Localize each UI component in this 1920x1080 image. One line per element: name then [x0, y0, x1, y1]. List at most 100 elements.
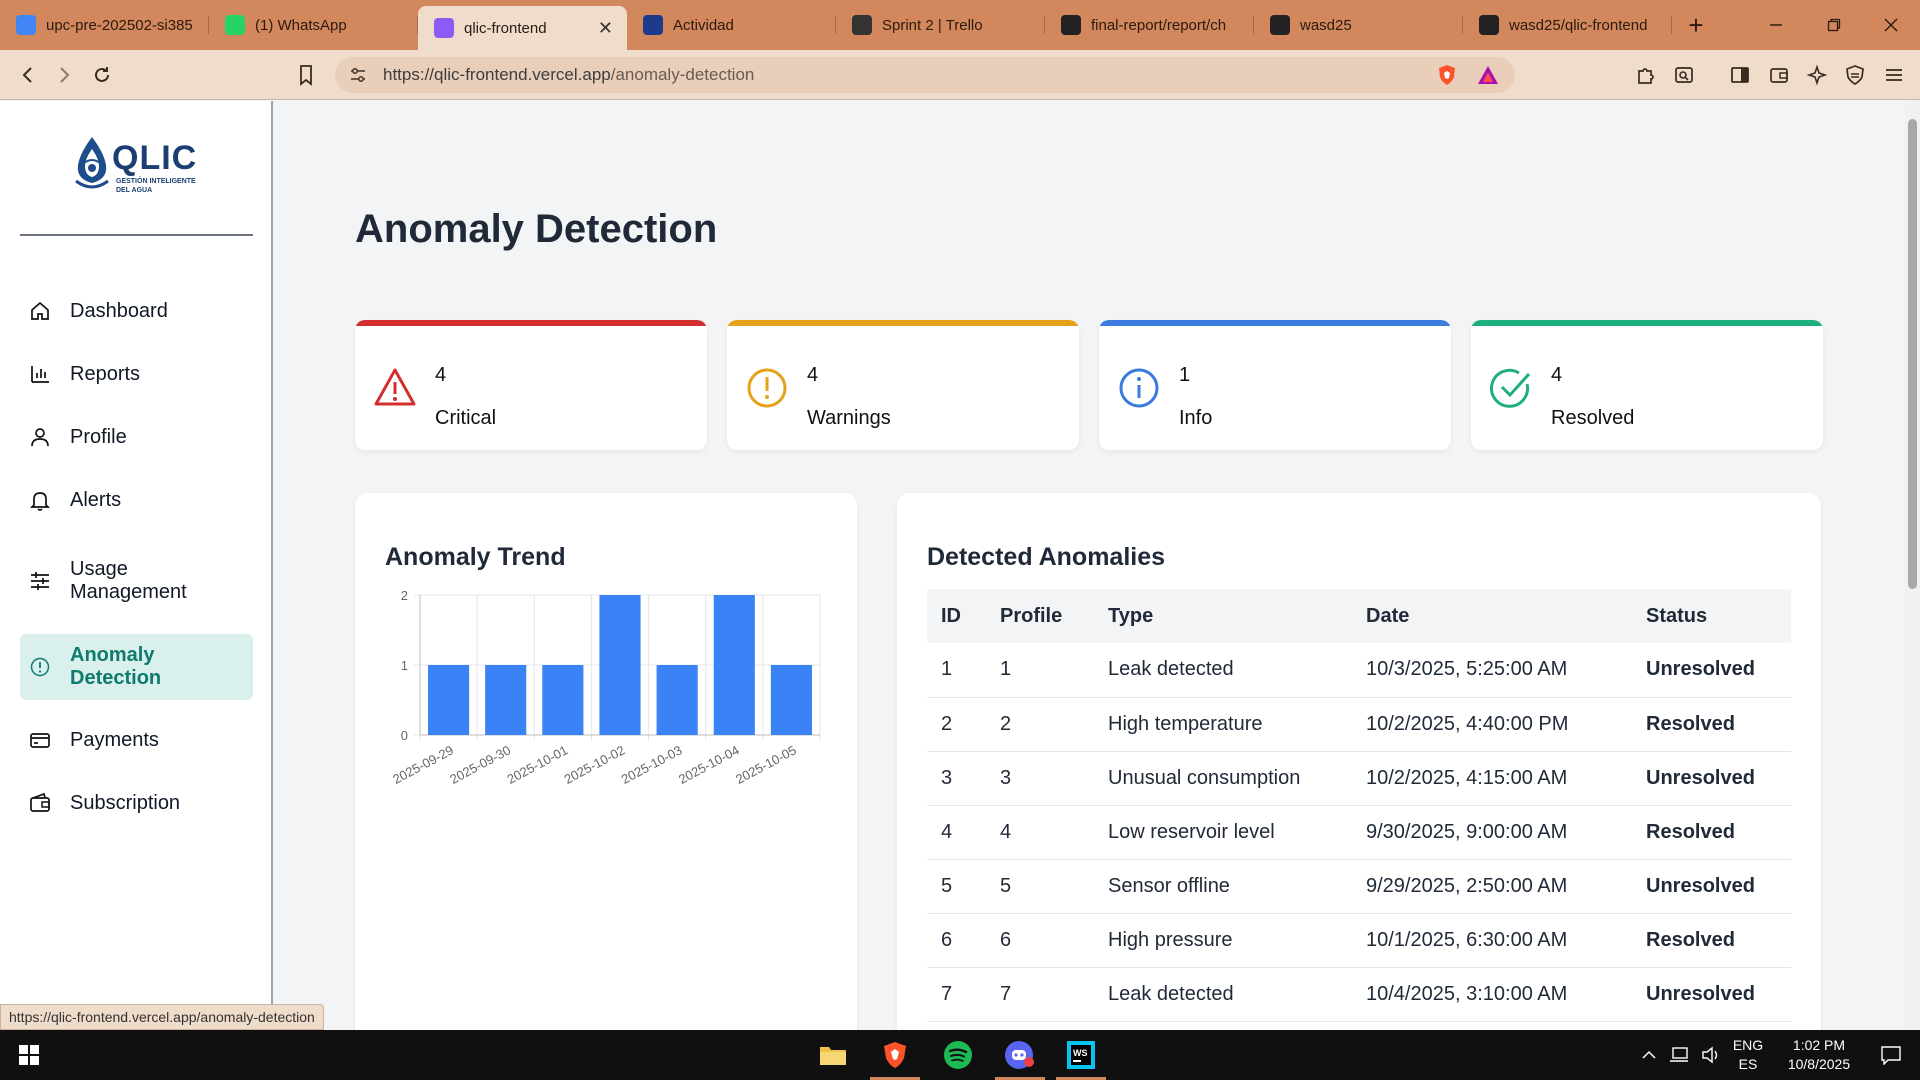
exclamation-circle-icon	[747, 368, 787, 408]
column-header-type: Type	[1094, 589, 1352, 643]
clock-date: 10/8/2025	[1787, 1056, 1851, 1072]
table-row[interactable]: 2 2 High temperature 10/2/2025, 4:40:00 PM R…	[927, 697, 1791, 752]
sidebar-item-usage-management[interactable]: Usage Management	[20, 554, 253, 608]
leo-ai-button[interactable]	[1801, 59, 1833, 91]
anomaly-trend-chart: 0122025-09-292025-09-302025-10-012025-10…	[390, 588, 821, 787]
browser-tab-title: qlic-frontend	[464, 19, 547, 37]
close-tab-icon[interactable]: ✕	[598, 18, 613, 39]
tray-volume[interactable]	[1696, 1030, 1726, 1080]
chart-bar	[656, 665, 698, 735]
address-bar[interactable]: https://qlic-frontend.vercel.app/anomaly…	[335, 57, 1515, 93]
minimize-button[interactable]	[1747, 0, 1805, 50]
stat-label: Critical	[435, 407, 497, 429]
stat-value: 4	[807, 364, 819, 386]
stat-card-critical: 4 Critical	[355, 320, 707, 450]
whatsapp-icon	[225, 15, 245, 35]
wallet-button[interactable]	[1763, 59, 1795, 91]
bell-icon	[28, 488, 52, 512]
stat-label: Info	[1179, 407, 1213, 429]
column-header-date: Date	[1352, 589, 1632, 643]
start-button[interactable]	[0, 1030, 58, 1080]
sidebar-item-subscription[interactable]: Subscription	[20, 783, 253, 823]
browser-tab[interactable]: Actividad	[627, 0, 836, 50]
brave-shield-icon[interactable]	[1436, 64, 1458, 86]
sidebar-item-anomaly-detection[interactable]: Anomaly Detection	[20, 634, 253, 700]
tray-overflow-button[interactable]	[1636, 1030, 1662, 1080]
detected-anomalies-title: Detected Anomalies	[927, 543, 1166, 571]
page-scrollbar[interactable]	[1905, 101, 1920, 1030]
table-row[interactable]: 3 3 Unusual consumption 10/2/2025, 4:15:00 …	[927, 751, 1791, 806]
notification-center-button[interactable]	[1866, 1030, 1916, 1080]
tray-clock[interactable]: 1:02 PM 10/8/2025	[1772, 1030, 1866, 1080]
browser-tab[interactable]: wasd25	[1254, 0, 1463, 50]
vpn-button[interactable]	[1839, 59, 1871, 91]
browser-tab[interactable]: qlic-frontend ✕	[418, 6, 627, 50]
taskbar-file-explorer[interactable]	[804, 1030, 862, 1080]
menu-button[interactable]	[1878, 59, 1910, 91]
taskbar-discord[interactable]	[991, 1030, 1049, 1080]
sidebar-item-alerts[interactable]: Alerts	[20, 480, 253, 520]
chart-bar	[770, 665, 812, 735]
shield-icon	[1846, 65, 1864, 85]
brave-rewards-icon[interactable]	[1477, 64, 1499, 86]
extensions-button[interactable]	[1630, 59, 1662, 91]
sidebar-toggle-button[interactable]	[1724, 59, 1756, 91]
forward-button[interactable]	[48, 59, 80, 91]
cell-type: Unusual consumption	[1094, 751, 1352, 806]
back-button[interactable]	[12, 59, 44, 91]
browser-tab[interactable]: final-report/report/ch	[1045, 0, 1254, 50]
github-icon	[1479, 15, 1499, 35]
restore-button[interactable]	[1805, 0, 1863, 50]
tray-language[interactable]: ENG ES	[1728, 1030, 1768, 1080]
qlic-logo[interactable]: QLIC GESTIÓN INTELIGENTE DEL AGUA	[72, 135, 212, 199]
cell-id: 6	[927, 913, 986, 968]
table-row[interactable]: 6 6 High pressure 10/1/2025, 6:30:00 AM Reso…	[927, 913, 1791, 968]
tray-network[interactable]	[1664, 1030, 1694, 1080]
stat-value: 4	[435, 364, 447, 386]
webstorm-icon: WS	[1067, 1041, 1095, 1069]
windows-taskbar: WS ENG ES 1:02 PM 10/8/2025	[0, 1030, 1920, 1080]
sidebar-item-dashboard[interactable]: Dashboard	[20, 291, 253, 331]
link-status-bar: https://qlic-frontend.vercel.app/anomaly…	[0, 1004, 324, 1030]
browser-tab[interactable]: (1) WhatsApp	[209, 0, 418, 50]
hamburger-icon	[1886, 69, 1902, 81]
url-text[interactable]: https://qlic-frontend.vercel.app/anomaly…	[383, 65, 754, 85]
camera-search-icon	[1675, 67, 1693, 83]
home-icon	[28, 299, 52, 323]
stat-value: 4	[1551, 364, 1563, 386]
cell-date: 10/1/2025, 6:30:00 AM	[1352, 913, 1632, 968]
browser-tab[interactable]: wasd25/qlic-frontend	[1463, 0, 1672, 50]
reload-button[interactable]	[86, 59, 118, 91]
close-window-button[interactable]	[1862, 0, 1920, 50]
scrollbar-thumb[interactable]	[1908, 119, 1917, 589]
cell-date: 10/3/2025, 5:25:00 AM	[1352, 643, 1632, 698]
sparkle-icon	[1806, 64, 1828, 86]
taskbar-spotify[interactable]	[929, 1030, 987, 1080]
taskbar-webstorm[interactable]: WS	[1052, 1030, 1110, 1080]
sidebar-item-profile[interactable]: Profile	[20, 417, 253, 457]
new-tab-button[interactable]: +	[1672, 0, 1720, 50]
browser-tab[interactable]: upc-pre-202502-si385	[0, 0, 209, 50]
sidebar-icon	[1731, 67, 1749, 83]
browser-tab[interactable]: Sprint 2 | Trello	[836, 0, 1045, 50]
svg-text:WS: WS	[1073, 1048, 1088, 1058]
sidebar: QLIC GESTIÓN INTELIGENTE DEL AGUA Dashbo…	[0, 101, 273, 1030]
sidebar-item-payments[interactable]: Payments	[20, 720, 253, 760]
cell-status: Resolved	[1632, 697, 1791, 752]
browser-tab-title: (1) WhatsApp	[255, 16, 347, 34]
minimize-icon	[1770, 24, 1782, 26]
table-row[interactable]: 4 4 Low reservoir level 9/30/2025, 9:00:00 …	[927, 805, 1791, 860]
bookmark-icon	[300, 65, 312, 86]
sidebar-item-label: Usage Management	[70, 558, 187, 603]
stat-label: Warnings	[807, 407, 891, 429]
sidebar-item-reports[interactable]: Reports	[20, 354, 253, 394]
bookmark-button[interactable]	[290, 59, 322, 91]
taskbar-brave[interactable]	[866, 1030, 924, 1080]
table-row[interactable]: 5 5 Sensor offline 9/29/2025, 2:50:00 AM Unr…	[927, 859, 1791, 914]
screenshot-button[interactable]	[1668, 59, 1700, 91]
wallet-icon	[28, 791, 52, 815]
chart-bar	[713, 595, 755, 735]
x-tick-label: 2025-10-02	[562, 742, 628, 786]
table-row[interactable]: 7 7 Leak detected 10/4/2025, 3:10:00 AM Unre…	[927, 967, 1791, 1022]
table-row[interactable]: 1 1 Leak detected 10/3/2025, 5:25:00 AM Unre…	[927, 643, 1791, 698]
